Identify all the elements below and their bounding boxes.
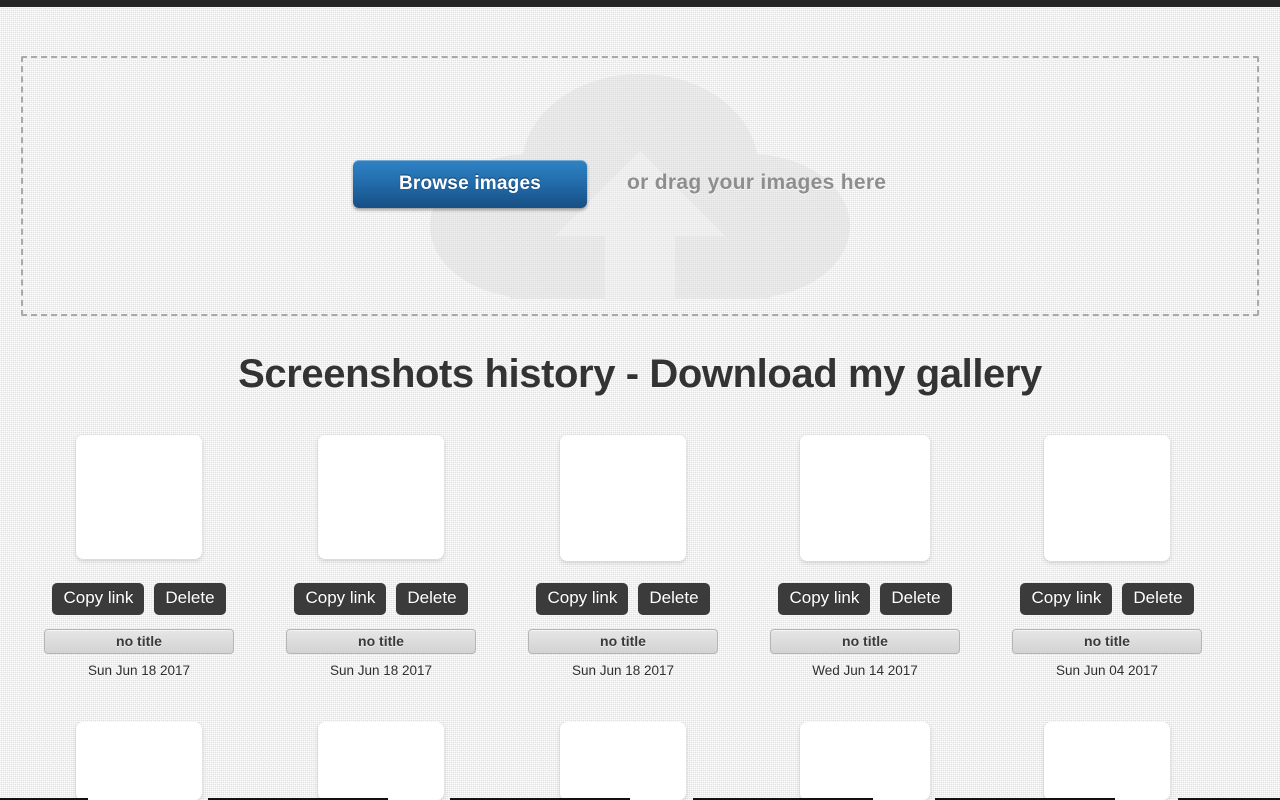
delete-button[interactable]: Delete: [1122, 583, 1194, 615]
thumbnail-wrap: [986, 435, 1228, 565]
gallery-item: [744, 722, 986, 800]
thumbnail-wrap: [260, 435, 502, 565]
drag-hint-text: or drag your images here: [627, 171, 887, 194]
browse-images-button[interactable]: Browse images: [353, 160, 587, 208]
item-date: Sun Jun 18 2017: [329, 662, 433, 678]
gallery-item: [502, 722, 744, 800]
delete-button[interactable]: Delete: [154, 583, 226, 615]
screenshot-thumbnail[interactable]: [1044, 722, 1170, 800]
thumbnail-wrap: [18, 722, 260, 800]
gallery-item: [260, 722, 502, 800]
copy-link-button[interactable]: Copy link: [1020, 583, 1113, 615]
screenshot-thumbnail[interactable]: [560, 722, 686, 800]
copy-link-button[interactable]: Copy link: [536, 583, 629, 615]
item-actions: Copy link Delete: [260, 583, 502, 615]
item-actions: Copy link Delete: [18, 583, 260, 615]
copy-link-button[interactable]: Copy link: [294, 583, 387, 615]
delete-button[interactable]: Delete: [638, 583, 710, 615]
thumbnail-wrap: [744, 722, 986, 800]
gallery-item: Copy link Delete Sun Jun 18 2017: [260, 435, 502, 678]
item-actions: Copy link Delete: [502, 583, 744, 615]
upload-dropzone[interactable]: Browse images or drag your images here: [21, 56, 1259, 316]
gallery-item: [986, 722, 1228, 800]
screenshot-thumbnail[interactable]: [800, 722, 930, 800]
item-date: Sun Jun 18 2017: [571, 662, 675, 678]
item-date: Wed Jun 14 2017: [812, 662, 918, 678]
item-actions: Copy link Delete: [744, 583, 986, 615]
screenshot-gallery: Copy link Delete Sun Jun 18 2017 Copy link D…: [0, 435, 1280, 700]
title-input[interactable]: [44, 628, 234, 654]
screenshot-thumbnail[interactable]: [76, 722, 202, 800]
page-title: Screenshots history - Download my galler…: [238, 352, 1042, 396]
thumbnail-wrap: [744, 435, 986, 565]
copy-link-button[interactable]: Copy link: [778, 583, 871, 615]
item-date: Sun Jun 04 2017: [1055, 662, 1159, 678]
browser-top-bar: [0, 0, 1280, 7]
title-input[interactable]: [528, 628, 718, 654]
gallery-item: Copy link Delete Sun Jun 18 2017: [502, 435, 744, 678]
title-input[interactable]: [1012, 628, 1202, 654]
gallery-item: Copy link Delete Sun Jun 04 2017: [986, 435, 1228, 678]
thumbnail-wrap: [18, 435, 260, 565]
item-date: Sun Jun 18 2017: [87, 662, 191, 678]
gallery-item: Copy link Delete Wed Jun 14 2017: [744, 435, 986, 678]
dropzone-content: Browse images or drag your images here: [23, 58, 1257, 314]
screenshot-thumbnail[interactable]: [318, 722, 444, 800]
thumbnail-wrap: [260, 722, 502, 800]
gallery-item: Copy link Delete Sun Jun 18 2017: [18, 435, 260, 678]
title-input[interactable]: [770, 628, 960, 654]
delete-button[interactable]: Delete: [396, 583, 468, 615]
copy-link-button[interactable]: Copy link: [52, 583, 145, 615]
thumbnail-wrap: [502, 435, 744, 565]
item-actions: Copy link Delete: [986, 583, 1228, 615]
gallery-item: [18, 722, 260, 800]
screenshot-thumbnail[interactable]: [560, 435, 686, 561]
screenshot-thumbnail[interactable]: [1044, 435, 1170, 561]
title-input[interactable]: [286, 628, 476, 654]
thumbnail-wrap: [986, 722, 1228, 800]
screenshot-gallery-row-2: [0, 722, 1280, 800]
thumbnail-wrap: [502, 722, 744, 800]
screenshot-thumbnail[interactable]: [800, 435, 930, 561]
screenshot-thumbnail[interactable]: [318, 435, 444, 559]
delete-button[interactable]: Delete: [880, 583, 952, 615]
screenshot-thumbnail[interactable]: [76, 435, 202, 559]
